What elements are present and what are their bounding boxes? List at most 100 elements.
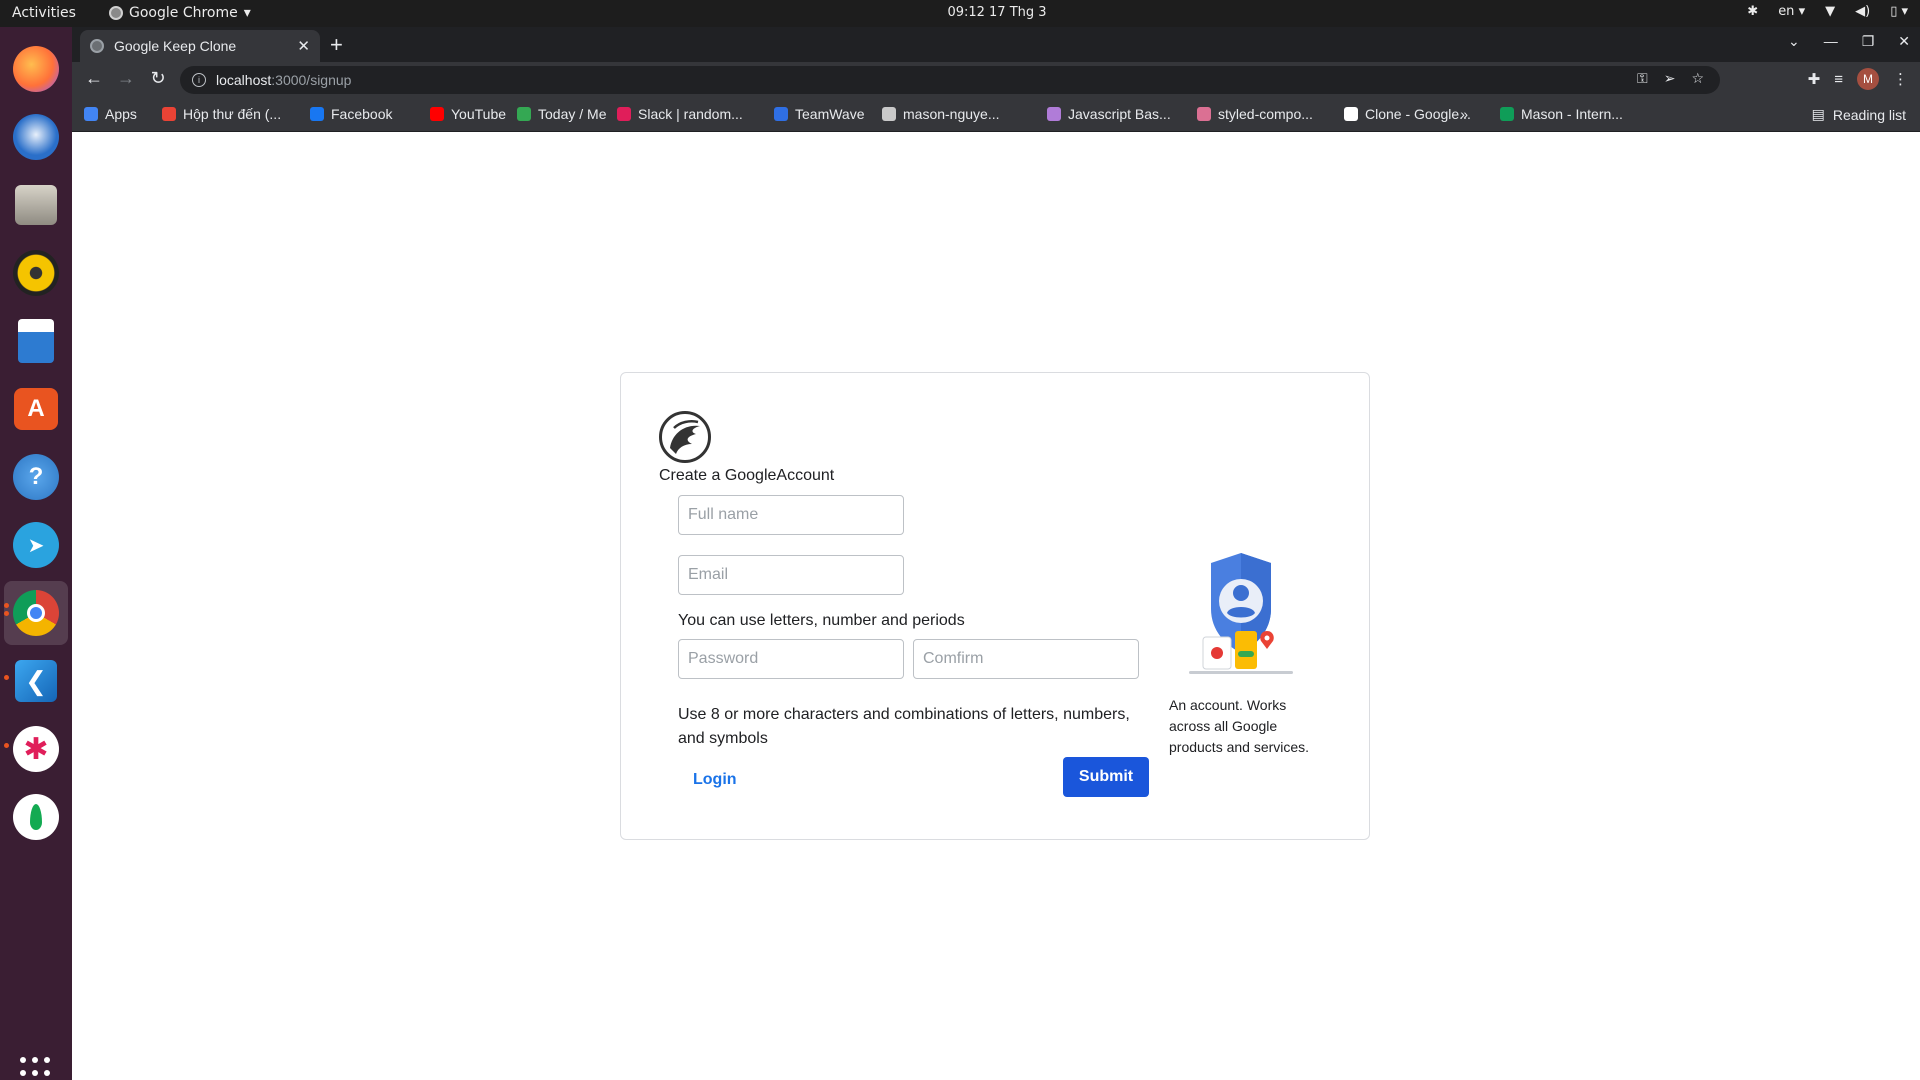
- mongodb-icon: [13, 794, 59, 840]
- media-control-icon[interactable]: ≡: [1834, 71, 1843, 88]
- close-tab-icon[interactable]: ✕: [297, 37, 310, 55]
- dock-vscode[interactable]: ❮: [4, 649, 68, 713]
- minimize-button[interactable]: —: [1824, 33, 1838, 50]
- bookmark-item[interactable]: Today / Me: [517, 106, 606, 122]
- battery-icon[interactable]: ▯ ▾: [1890, 4, 1908, 19]
- close-window-button[interactable]: ✕: [1898, 33, 1910, 50]
- side-caption: An account. Works across all Google prod…: [1169, 697, 1310, 755]
- bookmark-item[interactable]: Mason - Intern...: [1500, 106, 1623, 122]
- dock-telegram[interactable]: ➤: [4, 513, 68, 577]
- bookmark-favicon-icon: [310, 107, 324, 121]
- dock-writer[interactable]: [4, 309, 68, 373]
- confirm-password-input[interactable]: [913, 639, 1139, 679]
- bookmark-favicon-icon: [162, 107, 176, 121]
- signup-card: Create a GoogleAccount You can use lette…: [620, 372, 1370, 840]
- telegram-icon: ➤: [13, 522, 59, 568]
- profile-avatar[interactable]: M: [1857, 68, 1879, 90]
- key-icon[interactable]: ⚿: [1637, 70, 1648, 87]
- show-applications-button[interactable]: [20, 1057, 52, 1080]
- bookmark-label: Javascript Bas...: [1068, 106, 1171, 122]
- dock-chrome[interactable]: [4, 581, 68, 645]
- chrome-icon: [13, 590, 59, 636]
- bookmark-item[interactable]: mason-nguye...: [882, 106, 1000, 122]
- dock-files[interactable]: [4, 173, 68, 237]
- reading-list-icon: ▤: [1811, 106, 1825, 122]
- tab-search-icon[interactable]: ⌄: [1788, 33, 1800, 50]
- fullname-input[interactable]: [678, 495, 904, 535]
- reading-list-button[interactable]: ▤ Reading list: [1812, 106, 1906, 123]
- tab-favicon: [90, 39, 104, 53]
- dock-mongodb[interactable]: [4, 785, 68, 849]
- url-host: localhost: [216, 72, 272, 88]
- bookmark-label: styled-compo...: [1218, 106, 1313, 122]
- bookmark-label: Clone - Google...: [1365, 106, 1471, 122]
- dock-firefox[interactable]: [4, 37, 68, 101]
- tab-title: Google Keep Clone: [114, 38, 237, 54]
- bookmark-item[interactable]: Clone - Google...: [1344, 106, 1471, 122]
- address-bar[interactable]: i localhost:3000/signup ⚿ ➢ ☆: [180, 66, 1720, 94]
- bookmark-label: Hộp thư đến (...: [183, 106, 282, 122]
- star-icon[interactable]: ☆: [1691, 70, 1704, 87]
- bookmark-item[interactable]: styled-compo...: [1197, 106, 1313, 122]
- more-bookmarks-button[interactable]: »: [1460, 106, 1468, 122]
- dock: A ? ➤ ❮ ✱: [0, 27, 72, 1080]
- bookmarks-bar: Apps Hộp thư đến (... Facebook YouTube Today…: [72, 98, 1920, 132]
- bookmark-item[interactable]: YouTube: [430, 106, 506, 122]
- bookmark-favicon-icon: [517, 107, 531, 121]
- submit-button[interactable]: Submit: [1063, 757, 1149, 797]
- site-info-icon[interactable]: i: [192, 73, 206, 87]
- bookmark-item[interactable]: Slack | random...: [617, 106, 743, 122]
- running-indicator: [4, 611, 9, 616]
- dock-rhythmbox[interactable]: [4, 241, 68, 305]
- bookmark-item[interactable]: Hộp thư đến (...: [162, 106, 281, 122]
- clock[interactable]: 09:12 17 Thg 3: [0, 5, 1920, 20]
- files-icon: [15, 185, 57, 225]
- page-viewport: Create a GoogleAccount You can use lette…: [72, 132, 1920, 1080]
- system-tray[interactable]: ✱ en ▾ ▼ ◀) ▯ ▾: [1747, 4, 1908, 19]
- running-indicator: [4, 603, 9, 608]
- more-menu-icon[interactable]: ⋮: [1893, 70, 1908, 88]
- password-input[interactable]: [678, 639, 904, 679]
- reading-list-label: Reading list: [1832, 106, 1906, 123]
- new-tab-button[interactable]: +: [330, 32, 343, 58]
- bookmark-item[interactable]: Javascript Bas...: [1047, 106, 1171, 122]
- bookmark-item[interactable]: Facebook: [310, 106, 392, 122]
- vscode-icon: ❮: [15, 660, 57, 702]
- email-hint: You can use letters, number and periods: [678, 612, 965, 629]
- password-hint: Use 8 or more characters and combination…: [678, 706, 1130, 747]
- thunderbird-icon: [13, 114, 59, 160]
- bookmark-item[interactable]: TeamWave: [774, 106, 865, 122]
- bookmark-label: Slack | random...: [638, 106, 743, 122]
- reload-button[interactable]: ↻: [146, 68, 170, 89]
- forward-button[interactable]: →: [114, 68, 138, 89]
- bookmark-favicon-icon: [1047, 107, 1061, 121]
- send-icon[interactable]: ➢: [1664, 70, 1676, 87]
- tab-strip: Google Keep Clone ✕ + ⌄ — ❐ ✕: [72, 27, 1920, 62]
- back-button[interactable]: ←: [82, 68, 106, 89]
- writer-icon: [18, 319, 54, 363]
- dock-software[interactable]: A: [4, 377, 68, 441]
- tab-google-keep-clone[interactable]: Google Keep Clone ✕: [80, 30, 320, 62]
- extensions-icon[interactable]: ✚: [1808, 70, 1821, 88]
- dock-slack[interactable]: ✱: [4, 717, 68, 781]
- dock-thunderbird[interactable]: [4, 105, 68, 169]
- dock-help[interactable]: ?: [4, 445, 68, 509]
- bookmark-label: YouTube: [451, 106, 507, 122]
- bookmark-favicon-icon: [430, 107, 444, 121]
- firefox-icon: [13, 46, 59, 92]
- slack-icon: ✱: [13, 726, 59, 772]
- bookmark-item[interactable]: Apps: [84, 106, 137, 122]
- window-controls: ⌄ — ❐ ✕: [1788, 33, 1910, 50]
- running-indicator: [4, 675, 9, 680]
- bookmark-label: TeamWave: [795, 106, 865, 122]
- bookmark-favicon-icon: [774, 107, 788, 121]
- restore-button[interactable]: ❐: [1862, 33, 1875, 50]
- login-link[interactable]: Login: [693, 771, 737, 789]
- volume-icon[interactable]: ◀): [1855, 4, 1870, 19]
- language-indicator[interactable]: en ▾: [1778, 4, 1805, 19]
- bookmark-favicon-icon: [1500, 107, 1514, 121]
- slack-tray-icon[interactable]: ✱: [1747, 4, 1758, 19]
- bookmark-label: Facebook: [331, 106, 393, 122]
- email-input[interactable]: [678, 555, 904, 595]
- wifi-icon[interactable]: ▼: [1825, 4, 1835, 19]
